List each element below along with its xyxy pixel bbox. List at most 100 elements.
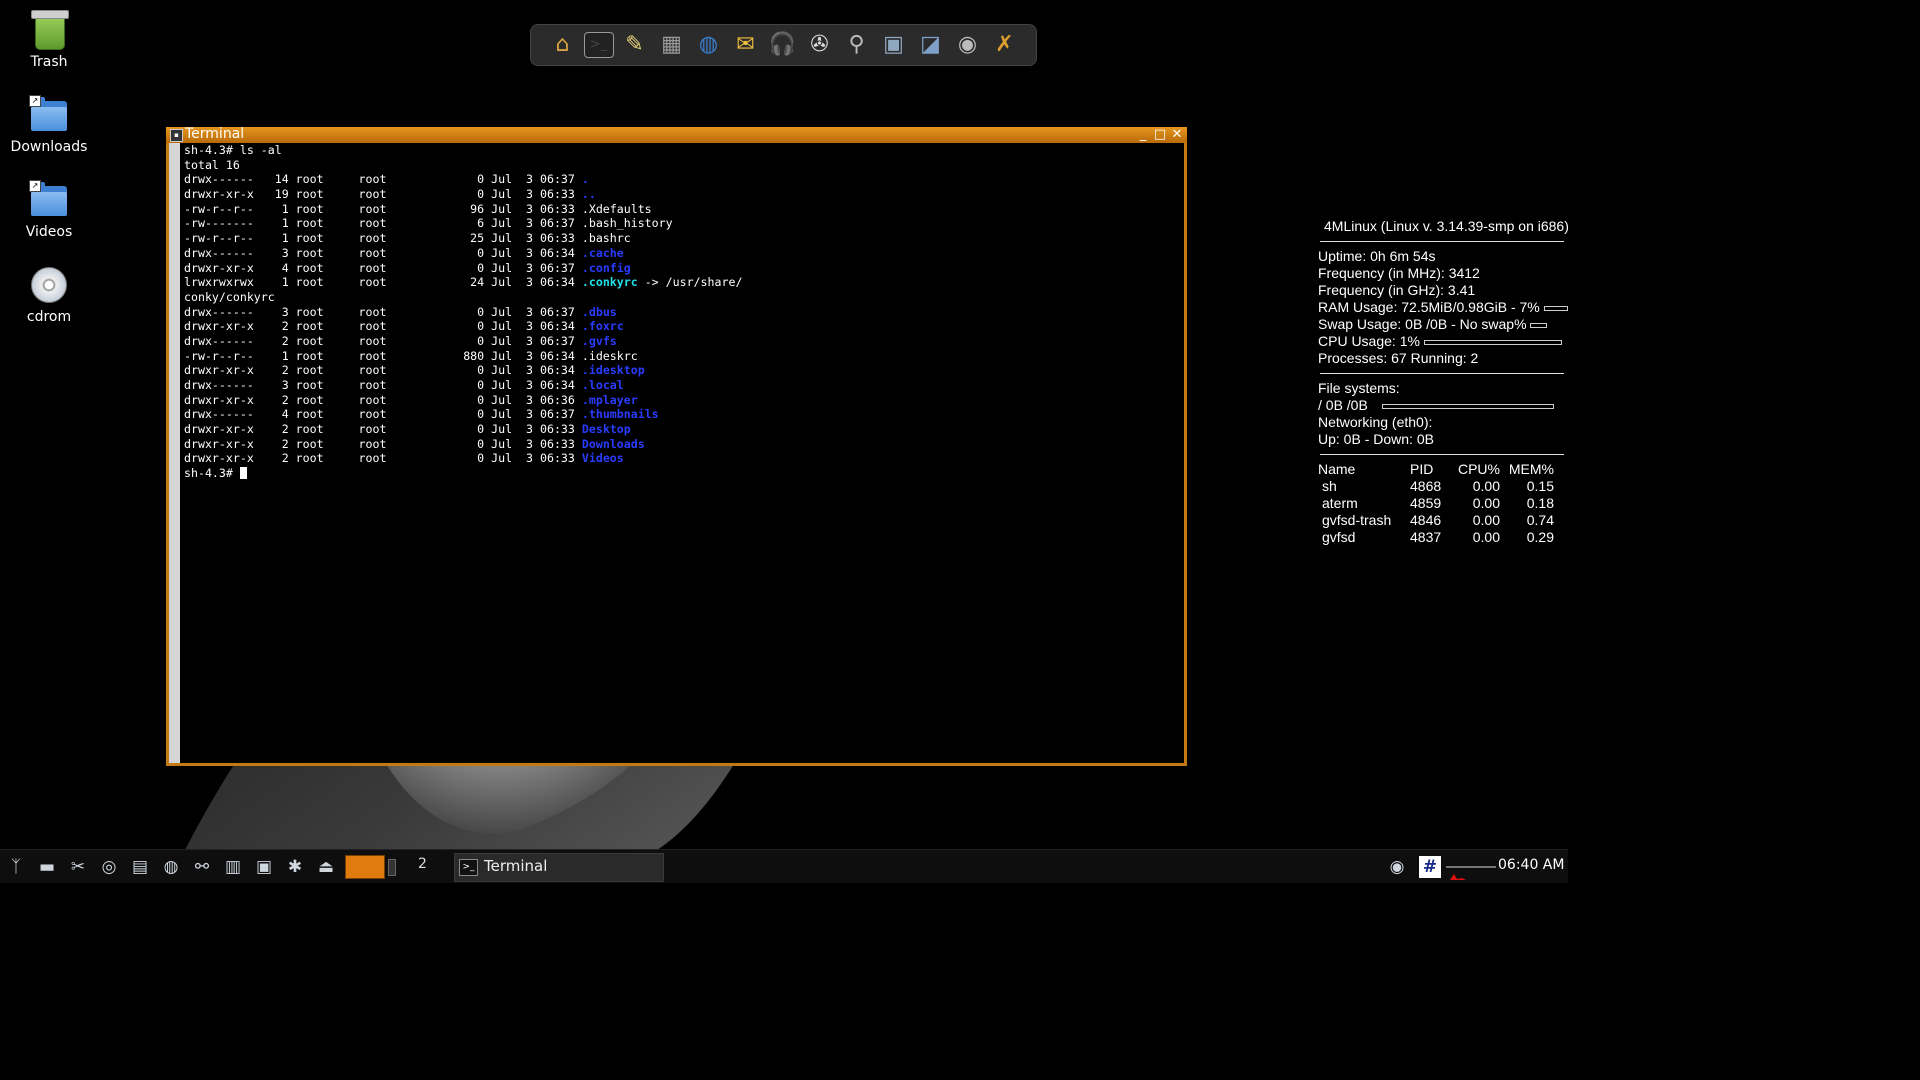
frequency-mhz: Frequency (in MHz): 3412	[1318, 265, 1480, 281]
line-text: drwxr-xr-x 2 root root 0 Jul 3 06:36	[184, 392, 582, 407]
show-desktop-icon[interactable]: ▬	[36, 856, 58, 878]
directory-name: Videos	[581, 451, 624, 466]
desktop-icon-cdrom[interactable]: cdrom	[8, 265, 90, 325]
system-header: 4MLinux (Linux v. 3.14.39-smp on i686)	[1324, 218, 1569, 234]
directory-name: Downloads	[581, 436, 645, 451]
process-mem: 0.29	[1526, 529, 1554, 545]
desktop-pager-1[interactable]	[345, 855, 385, 879]
process-cpu: 0.00	[1472, 529, 1500, 545]
bluetooth-icon[interactable]: ✱	[284, 856, 306, 878]
keyboard-icon[interactable]: ▤	[129, 856, 151, 878]
line-text: drwxr-xr-x 19 root root 0 Jul 3 06:33	[184, 187, 582, 202]
video-player-icon[interactable]: ✇	[804, 29, 836, 61]
usb-icon[interactable]: ⚯	[191, 856, 213, 878]
desktop-icon-label: Videos	[25, 224, 73, 240]
text-editor-icon[interactable]: ✎	[619, 29, 651, 61]
network-icon[interactable]: ◍	[160, 856, 182, 878]
desktop-icon-label: Downloads	[10, 139, 88, 155]
mail-icon[interactable]: ✉	[730, 29, 762, 61]
close-button[interactable]: ✕	[1170, 127, 1184, 142]
terminal-line: sh-4.3# ls -al	[184, 143, 1174, 158]
desktop-icon-videos[interactable]: ↗ Videos	[8, 180, 90, 240]
window-titlebar[interactable]: ▪ Terminal _ □ ✕	[166, 126, 1187, 143]
process-mem: 0.18	[1526, 495, 1554, 511]
filesystem-bar	[1381, 403, 1554, 409]
cpu-graph	[1446, 866, 1496, 880]
volume-icon[interactable]: ◉	[1386, 856, 1408, 878]
tools-icon[interactable]: ✂	[67, 856, 89, 878]
line-text: -rw-r--r-- 1 root root 25 Jul 3 06:33 .b…	[184, 231, 631, 246]
disk-icon[interactable]: ◎	[98, 856, 120, 878]
image-icon[interactable]: ▣	[253, 856, 275, 878]
settings-tools-icon[interactable]: ✗	[989, 29, 1021, 61]
process-mem: 0.74	[1526, 512, 1554, 528]
terminal-line: -rw------- 1 root root 6 Jul 3 06:37 .ba…	[184, 216, 1174, 231]
line-text: drwx------ 3 root root 0 Jul 3 06:37	[184, 304, 582, 319]
terminal-prompt-line[interactable]: sh-4.3#	[184, 466, 1174, 481]
desktop-icon-downloads[interactable]: ↗ Downloads	[8, 95, 90, 155]
directory-name: .	[581, 172, 589, 187]
directory-name: .idesktop	[581, 363, 645, 378]
task-button-terminal[interactable]: >_ Terminal	[454, 853, 664, 882]
process-name: aterm	[1322, 495, 1358, 511]
terminal-window[interactable]: ▪ Terminal _ □ ✕ sh-4.3# ls -al total 16 d…	[166, 126, 1187, 766]
search-icon[interactable]: ⚲	[841, 29, 873, 61]
terminal-line: drwx------ 3 root root 0 Jul 3 06:34 .ca…	[184, 246, 1174, 261]
directory-name: Desktop	[581, 422, 631, 437]
webcam-icon[interactable]: ◉	[952, 29, 984, 61]
terminal-line: drwxr-xr-x 2 root root 0 Jul 3 06:36 .mp…	[184, 393, 1174, 408]
terminal-line: drwx------ 3 root root 0 Jul 3 06:34 .lo…	[184, 378, 1174, 393]
process-pid: 4837	[1410, 529, 1442, 545]
directory-name: .local	[581, 378, 624, 392]
terminal-output[interactable]: sh-4.3# ls -al total 16 drwx------ 14 root…	[184, 143, 1174, 763]
process-cpu: 0.00	[1472, 478, 1500, 494]
browser-icon[interactable]: ◍	[693, 29, 725, 61]
terminal-line: conky/conkyrc	[184, 290, 1174, 305]
clock[interactable]: 06:40 AM	[1498, 857, 1564, 873]
image-viewer-icon[interactable]: ▣	[878, 29, 910, 61]
menu-icon[interactable]: ᛉ	[5, 856, 27, 878]
storage-icon[interactable]: ▥	[222, 856, 244, 878]
line-text: drwxr-xr-x 2 root root 0 Jul 3 06:34	[184, 363, 582, 378]
folder-icon: ↗	[29, 95, 69, 135]
line-text: lrwxrwxrwx 1 root root 24 Jul 3 06:34	[184, 275, 582, 290]
process-row: sh 4868 0.00 0.15	[1318, 478, 1564, 495]
terminal-line: drwx------ 4 root root 0 Jul 3 06:37 .th…	[184, 407, 1174, 422]
terminal-line: -rw-r--r-- 1 root root 96 Jul 3 06:33 .X…	[184, 202, 1174, 217]
trash-icon	[29, 10, 69, 50]
filesystem-root: / 0B /0B	[1318, 397, 1368, 413]
app-dock: ⌂ >_ ✎ ▦ ◍ ✉ 🎧 ✇ ⚲ ▣ ◪ ◉ ✗	[530, 24, 1037, 66]
line-text: drwx------ 4 root root 0 Jul 3 06:37	[184, 407, 582, 422]
calendar-icon[interactable]: #	[1419, 856, 1441, 878]
terminal-content[interactable]: sh-4.3# ls -al total 16 drwx------ 14 root…	[169, 143, 1184, 763]
terminal-icon[interactable]: >_	[583, 32, 614, 58]
desktop-icon-trash[interactable]: Trash	[8, 10, 90, 70]
process-table-header: Name PID CPU% MEM%	[1318, 461, 1564, 478]
scrollbar[interactable]	[169, 143, 180, 763]
swap-usage: Swap Usage: 0B /0B - No swap%	[1318, 316, 1527, 332]
desktop-pager-2[interactable]	[388, 859, 396, 876]
terminal-line: drwxr-xr-x 2 root root 0 Jul 3 06:34 .fo…	[184, 319, 1174, 334]
cpu-usage: CPU Usage: 1%	[1318, 333, 1420, 349]
maximize-button[interactable]: □	[1153, 127, 1167, 142]
ram-usage-row: RAM Usage: 72.5MiB/0.98GiB - 7%	[1318, 299, 1568, 316]
eject-icon[interactable]: ⏏	[315, 856, 337, 878]
line-text: drwx------ 14 root root 0 Jul 3 06:37	[184, 172, 582, 187]
audio-player-icon[interactable]: 🎧	[767, 29, 799, 61]
line-text: sh-4.3# ls -al	[184, 143, 282, 157]
line-text: -rw------- 1 root root 6 Jul 3 06:37 .ba…	[184, 216, 673, 231]
home-icon[interactable]: ⌂	[547, 29, 579, 61]
terminal-icon: >_	[459, 859, 478, 876]
process-row: gvfsd-trash 4846 0.00 0.74	[1318, 512, 1564, 529]
calculator-icon[interactable]: ▦	[656, 29, 688, 61]
process-name: gvfsd	[1322, 529, 1356, 545]
process-name: sh	[1322, 478, 1337, 494]
directory-name: .config	[581, 260, 631, 275]
terminal-line: -rw-r--r-- 1 root root 880 Jul 3 06:34 .…	[184, 349, 1174, 364]
desktop-number[interactable]: 2	[418, 856, 427, 872]
process-name: gvfsd-trash	[1322, 512, 1392, 528]
minimize-button[interactable]: _	[1136, 127, 1150, 142]
cpu-usage-bar	[1423, 339, 1562, 345]
terminal-line: drwxr-xr-x 2 root root 0 Jul 3 06:34 .id…	[184, 363, 1174, 378]
screenshot-icon[interactable]: ◪	[915, 29, 947, 61]
